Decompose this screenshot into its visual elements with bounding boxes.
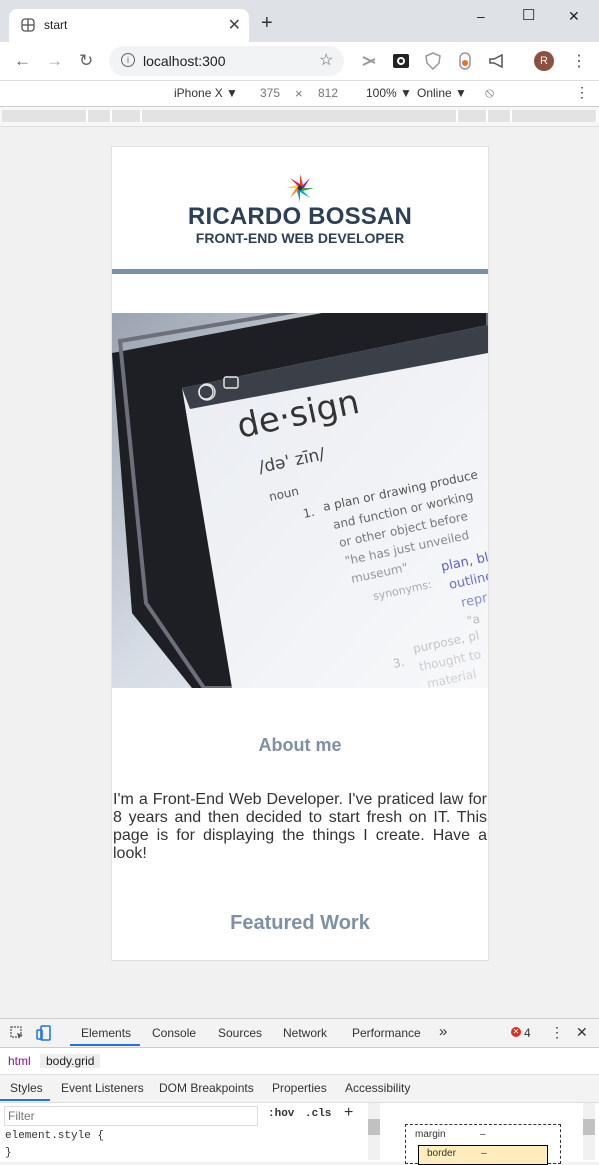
header-divider: [112, 269, 488, 274]
media-query-segment[interactable]: [458, 110, 488, 122]
tab-sources[interactable]: Sources: [218, 1026, 262, 1040]
element-style-rule[interactable]: element.style {: [5, 1130, 104, 1142]
url-text[interactable]: localhost:300: [143, 53, 226, 69]
active-tab-indicator: [70, 1044, 140, 1046]
devtools-close-button[interactable]: ✕: [576, 1024, 588, 1041]
new-tab-button[interactable]: +: [261, 13, 273, 33]
browser-tab[interactable]: start ✕: [9, 9, 249, 42]
cls-toggle[interactable]: .cls: [305, 1108, 331, 1120]
reload-button[interactable]: ↻: [79, 51, 93, 71]
styles-filter[interactable]: [4, 1106, 258, 1126]
subtab-event-listeners[interactable]: Event Listeners: [61, 1081, 144, 1095]
forward-button[interactable]: →: [46, 51, 63, 71]
box-border-label: border: [427, 1148, 456, 1159]
close-window-button[interactable]: ✕: [568, 8, 580, 25]
megaphone-icon[interactable]: [488, 52, 506, 70]
styles-filter-input[interactable]: [5, 1107, 251, 1125]
device-width-input[interactable]: 375: [260, 86, 280, 100]
zoom-select[interactable]: 100% ▼: [366, 86, 412, 100]
box-margin-value[interactable]: –: [480, 1129, 486, 1140]
computed-scrollbar[interactable]: [583, 1103, 595, 1160]
address-bar[interactable]: i localhost:300 ☆: [109, 46, 344, 76]
device-select[interactable]: iPhone X ▼: [174, 86, 238, 100]
devtools-menu-icon[interactable]: ⋮: [550, 1024, 564, 1041]
browser-menu-icon[interactable]: ⋮: [571, 51, 587, 71]
subtab-indicator: [0, 1099, 50, 1101]
bookmark-star-icon[interactable]: ☆: [319, 50, 333, 70]
profile-avatar[interactable]: R: [534, 51, 554, 71]
shield-icon[interactable]: [424, 52, 442, 70]
box-border: border –: [418, 1145, 548, 1165]
hov-toggle[interactable]: :hov: [268, 1108, 294, 1120]
new-style-rule-button[interactable]: +: [344, 1104, 353, 1122]
breadcrumb: html body.grid: [0, 1048, 599, 1075]
minimize-button[interactable]: –: [477, 8, 485, 24]
styles-subtabbar: Styles Event Listeners DOM Breakpoints P…: [0, 1075, 599, 1103]
more-tabs-button[interactable]: »: [439, 1023, 447, 1040]
media-query-segment[interactable]: [112, 110, 142, 122]
hero-image: de·sign /də' zīn/ noun 1. a plan or draw…: [112, 313, 488, 688]
device-toolbar-menu-icon[interactable]: ⋮: [575, 84, 589, 101]
error-icon: ✕: [511, 1027, 521, 1037]
back-button[interactable]: ←: [14, 51, 31, 71]
maximize-button[interactable]: ☐: [522, 6, 535, 24]
camera-icon[interactable]: [392, 52, 410, 70]
subtab-styles[interactable]: Styles: [10, 1081, 43, 1095]
error-count[interactable]: 4: [524, 1026, 531, 1040]
network-throttle-select[interactable]: Online ▼: [417, 86, 467, 100]
tab-network[interactable]: Network: [283, 1026, 327, 1040]
rotate-icon[interactable]: ⦸: [485, 84, 494, 101]
scissors-icon[interactable]: [360, 52, 378, 70]
styles-scrollbar[interactable]: [368, 1103, 380, 1160]
logo-icon: [286, 174, 314, 202]
box-border-value[interactable]: –: [481, 1148, 487, 1159]
tab-performance[interactable]: Performance: [352, 1026, 421, 1040]
devtools-panel: Elements Console Sources Network Perform…: [0, 1018, 599, 1165]
tab-favicon-icon: [21, 18, 35, 32]
device-toggle-icon[interactable]: [36, 1025, 52, 1041]
site-role-subtitle: FRONT-END WEB DEVELOPER: [195, 230, 405, 246]
media-query-segment[interactable]: [488, 110, 512, 122]
about-heading: About me: [258, 735, 342, 755]
device-height-input[interactable]: 812: [318, 86, 338, 100]
fire-icon[interactable]: [456, 52, 474, 70]
tab-close-icon[interactable]: ✕: [228, 15, 241, 35]
media-query-segment[interactable]: [88, 110, 112, 122]
site-info-icon[interactable]: i: [121, 53, 135, 67]
site-name-heading: RICARDO BOSSAN: [187, 203, 413, 230]
tab-console[interactable]: Console: [152, 1026, 196, 1040]
device-toolbar: iPhone X ▼ 375 × 812 100% ▼ Online ▼ ⦸ ⋮: [0, 81, 599, 107]
browser-toolbar: ← → ↻ i localhost:300 ☆ R ⋮: [0, 42, 599, 81]
subtab-properties[interactable]: Properties: [272, 1081, 327, 1095]
subtab-dom-breakpoints[interactable]: DOM Breakpoints: [159, 1081, 254, 1095]
devtools-tabbar: Elements Console Sources Network Perform…: [0, 1019, 599, 1048]
inspect-element-icon[interactable]: [10, 1026, 24, 1040]
featured-work-heading: Featured Work: [230, 912, 370, 934]
box-model-diagram: margin – border –: [405, 1124, 561, 1165]
subtab-accessibility[interactable]: Accessibility: [345, 1081, 410, 1095]
dimension-separator: ×: [295, 86, 303, 101]
breadcrumb-body[interactable]: body.grid: [40, 1054, 101, 1068]
emulated-page: RICARDO BOSSAN FRONT-END WEB DEVELOPER d…: [111, 146, 489, 961]
tab-title: start: [44, 18, 68, 32]
about-bio-text: I'm a Front-End Web Developer. I've prat…: [113, 791, 487, 862]
media-query-segment[interactable]: [512, 110, 598, 122]
browser-titlebar: start ✕ + – ☐ ✕: [0, 0, 599, 42]
breadcrumb-html[interactable]: html: [8, 1054, 31, 1068]
media-query-segment[interactable]: [142, 110, 458, 122]
media-query-bar[interactable]: [0, 107, 599, 127]
media-query-segment[interactable]: [2, 110, 88, 122]
box-margin-label: margin: [415, 1129, 446, 1140]
tab-elements[interactable]: Elements: [81, 1026, 131, 1040]
element-style-close: }: [5, 1147, 12, 1159]
